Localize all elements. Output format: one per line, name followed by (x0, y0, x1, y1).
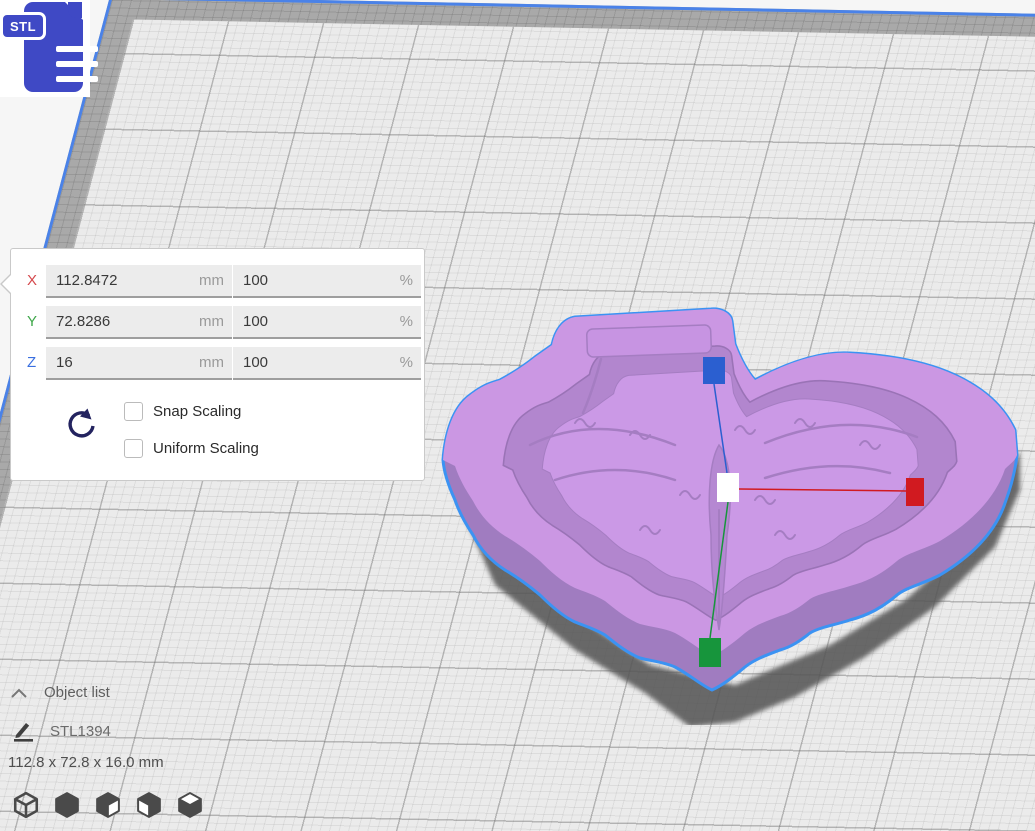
percent-unit: % (400, 354, 413, 371)
view-top-button[interactable] (94, 791, 122, 819)
view-right-button[interactable] (176, 791, 204, 819)
snap-scaling-row: Snap Scaling (124, 401, 241, 421)
z-mm-field[interactable]: 16 mm (46, 347, 232, 380)
uniform-scaling-checkbox[interactable] (124, 439, 143, 458)
mm-unit: mm (199, 313, 224, 330)
object-list-label: Object list (44, 684, 110, 701)
center-scale-handle[interactable] (717, 473, 739, 502)
model-3d-view (435, 295, 1035, 725)
cube-right-face-icon (94, 791, 122, 819)
cube-top-face-icon (176, 791, 204, 819)
percent-unit: % (400, 272, 413, 289)
scale-tool-panel: X 112.8472 mm 100 % Y 72.8286 mm 100 % Z (10, 248, 425, 481)
x-scale-handle[interactable] (906, 478, 924, 506)
view-3d-button[interactable] (12, 791, 40, 819)
x-mm-field[interactable]: 112.8472 mm (46, 265, 232, 298)
mm-unit: mm (199, 354, 224, 371)
scale-row-z: Z 16 mm 100 % (11, 347, 424, 380)
x-percent-field[interactable]: 100 % (233, 265, 421, 298)
z-scale-handle[interactable] (703, 357, 725, 384)
view-front-button[interactable] (53, 791, 81, 819)
mm-unit: mm (199, 272, 224, 289)
pencil-icon (12, 720, 34, 742)
uniform-scaling-row: Uniform Scaling (124, 438, 259, 458)
y-axis-label: Y (27, 313, 37, 330)
scale-row-y: Y 72.8286 mm 100 % (11, 306, 424, 339)
y-scale-handle[interactable] (699, 638, 721, 667)
object-list-toggle[interactable]: Object list (10, 684, 110, 701)
x-axis-label: X (27, 272, 37, 289)
uniform-scaling-label: Uniform Scaling (153, 440, 259, 457)
cube-solid-icon (53, 791, 81, 819)
z-percent-field[interactable]: 100 % (233, 347, 421, 380)
object-name: STL1394 (50, 723, 111, 740)
scale-row-x: X 112.8472 mm 100 % (11, 265, 424, 298)
camera-view-toolbar (12, 791, 204, 819)
viewport: STL X 112.8472 mm 100 % Y 72.8286 mm 100 (0, 0, 1035, 831)
y-mm-field[interactable]: 72.8286 mm (46, 306, 232, 339)
z-axis-label: Z (27, 354, 36, 371)
reset-scale-button[interactable] (61, 407, 99, 445)
cube-left-face-icon (135, 791, 163, 819)
view-left-button[interactable] (135, 791, 163, 819)
percent-unit: % (400, 313, 413, 330)
snap-scaling-checkbox[interactable] (124, 402, 143, 421)
snap-scaling-label: Snap Scaling (153, 403, 241, 420)
cube-wireframe-icon (12, 791, 40, 819)
object-list-item[interactable]: STL1394 (12, 720, 111, 742)
stl-badge: STL (0, 12, 46, 40)
reset-arrow-icon (62, 407, 98, 443)
object-dimensions: 112.8 x 72.8 x 16.0 mm (8, 754, 164, 771)
chevron-up-icon (10, 687, 28, 699)
y-percent-field[interactable]: 100 % (233, 306, 421, 339)
